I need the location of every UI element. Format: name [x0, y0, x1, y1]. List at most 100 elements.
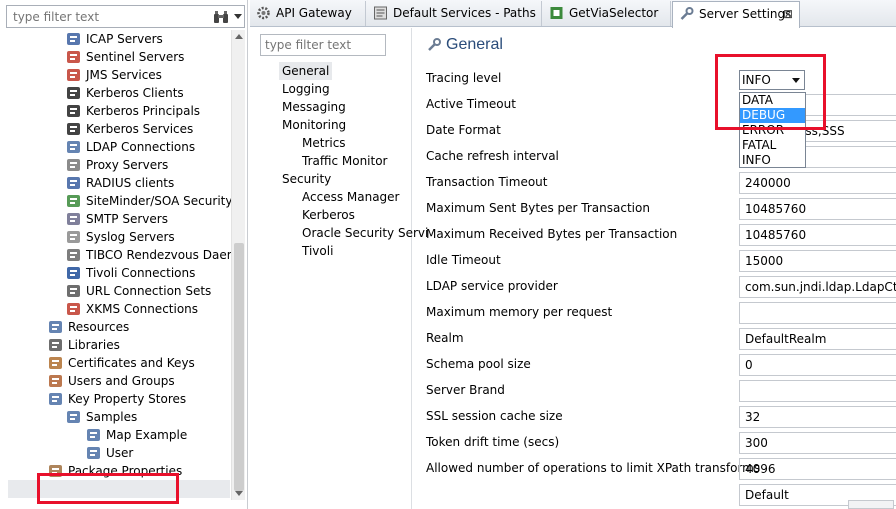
kerberos-icon — [66, 86, 82, 100]
dropdown-option[interactable]: INFO — [740, 153, 805, 168]
settings-filter[interactable] — [260, 34, 386, 56]
setting-value-field[interactable]: DefaultRealm — [739, 328, 896, 350]
settings-nav-item[interactable]: Oracle Security Servi — [302, 224, 428, 242]
setting-value-field[interactable] — [739, 302, 896, 324]
xkms-icon — [66, 302, 82, 316]
tracing-level-select[interactable]: INFO — [739, 70, 805, 90]
tree-item-label: LDAP Connections — [86, 140, 196, 154]
dropdown-option[interactable]: DEBUG — [740, 108, 805, 123]
settings-nav-item[interactable]: Security — [282, 170, 331, 188]
setting-label: LDAP service provider — [426, 279, 558, 293]
key-store-icon — [48, 392, 64, 406]
users-icon — [48, 374, 64, 388]
navigator-scrollbar[interactable] — [231, 30, 245, 500]
folder-icon — [66, 410, 82, 424]
tab-api-gateway[interactable]: API Gateway — [250, 1, 366, 26]
setting-value-field[interactable]: 10485760 — [739, 198, 896, 220]
tibco-icon — [66, 248, 82, 262]
gear-icon — [257, 6, 270, 20]
setting-value-field[interactable]: 4096 — [739, 458, 896, 480]
settings-nav-item[interactable]: Metrics — [302, 134, 346, 152]
tree-item-label: Package Properties — [68, 464, 183, 478]
tree-item-label: Sentinel Servers — [86, 50, 185, 64]
navigator-filter[interactable] — [6, 5, 245, 28]
setting-value-field[interactable]: com.sun.jndi.ldap.LdapCtxFa — [739, 276, 896, 298]
settings-nav-item[interactable]: General — [279, 62, 333, 80]
settings-nav-item[interactable]: Messaging — [282, 98, 346, 116]
resize-grip[interactable] — [848, 500, 894, 509]
chevron-down-icon[interactable] — [792, 78, 800, 83]
setting-value-field[interactable]: 15000 — [739, 250, 896, 272]
settings-nav: GeneralLoggingMessagingMonitoringMetrics… — [256, 28, 428, 509]
settings-row: Maximum Sent Bytes per Transaction 104857… — [426, 198, 896, 222]
settings-nav-item[interactable]: Traffic Monitor — [302, 152, 387, 170]
settings-row: Token drift time (secs) 300 — [426, 432, 896, 456]
scroll-up-icon[interactable] — [235, 34, 243, 39]
binoculars-icon[interactable] — [213, 10, 229, 24]
tree-item-label: Syslog Servers — [86, 230, 175, 244]
settings-nav-item[interactable]: Kerberos — [302, 206, 355, 224]
tracing-level-options[interactable]: DATA DEBUG ERROR FATAL INFO — [739, 92, 806, 168]
jms-icon — [66, 68, 82, 82]
tree-item-label: SMTP Servers — [86, 212, 168, 226]
setting-value-field[interactable] — [739, 380, 896, 402]
libraries-icon — [48, 338, 64, 352]
setting-label: Idle Timeout — [426, 253, 501, 267]
settings-nav-item[interactable]: Logging — [282, 80, 330, 98]
dropdown-option[interactable]: DATA — [740, 93, 805, 108]
settings-row: Tracing level — [426, 68, 896, 92]
setting-label: Tracing level — [426, 71, 502, 85]
editor-tab-bar: API Gateway Default Services - Paths Get… — [250, 0, 896, 28]
wrench-icon — [680, 7, 694, 20]
page-title-text: General — [446, 36, 503, 53]
settings-row: SSL session cache size 32 — [426, 406, 896, 430]
settings-row: Date Formaty HH:mm:ss,SSS — [426, 120, 896, 144]
tracing-level-value: INFO — [742, 73, 771, 87]
settings-filter-input[interactable] — [261, 35, 385, 55]
tab-default-services-paths[interactable]: Default Services - Paths — [367, 1, 542, 26]
close-tab-icon[interactable]: ⊠ — [783, 2, 793, 27]
settings-nav-item[interactable]: Access Manager — [302, 188, 400, 206]
settings-nav-item[interactable]: Monitoring — [282, 116, 346, 134]
setting-label: Maximum memory per request — [426, 305, 613, 319]
scroll-down-icon[interactable] — [235, 491, 243, 496]
tree-item-label: Users and Groups — [68, 374, 175, 388]
tab-server-settings[interactable]: Server Settings ⊠ — [672, 1, 800, 28]
radius-icon — [66, 176, 82, 190]
setting-value-field[interactable]: 0 — [739, 354, 896, 376]
paths-icon — [374, 6, 387, 20]
settings-row: Maximum memory per request — [426, 302, 896, 326]
setting-label: Cache refresh interval — [426, 149, 559, 163]
setting-value-field[interactable]: 240000 — [739, 172, 896, 194]
scrollbar-thumb[interactable] — [234, 243, 244, 491]
general-settings-panel: General Tracing level Active Timeout Date … — [416, 28, 896, 509]
package-icon — [48, 464, 64, 478]
settings-row: LDAP service provider com.sun.jndi.ldap.L… — [426, 276, 896, 300]
navigator-filter-input[interactable] — [7, 6, 197, 27]
tab-label: Server Settings — [699, 7, 792, 21]
setting-label: Transaction Timeout — [426, 175, 548, 189]
setting-value-field[interactable]: 10485760 — [739, 224, 896, 246]
setting-value-field[interactable]: 300 — [739, 432, 896, 454]
server-list-icon — [66, 32, 82, 46]
navigator-tree: ICAP Servers Sentinel Servers JMS Services… — [0, 30, 231, 500]
setting-label: Active Timeout — [426, 97, 516, 111]
tree-item-label: JMS Services — [86, 68, 162, 82]
tree-item-label: Key Property Stores — [68, 392, 187, 406]
settings-row: Active Timeout — [426, 94, 896, 118]
setting-value-field[interactable]: 32 — [739, 406, 896, 428]
setting-label: Token drift time (secs) — [426, 435, 560, 449]
tree-item-label: Kerberos Services — [86, 122, 194, 136]
settings-row: Cache refresh interval — [426, 146, 896, 170]
settings-nav-item[interactable]: Tivoli — [302, 242, 333, 260]
tree-item-label: User — [106, 446, 134, 460]
url-icon — [66, 284, 82, 298]
filter-menu-chevron-icon[interactable] — [234, 14, 242, 19]
tab-getviaselector[interactable]: GetViaSelector — [543, 1, 671, 26]
sentinel-icon — [66, 50, 82, 64]
setting-label: Schema pool size — [426, 357, 531, 371]
dropdown-option[interactable]: ERROR — [740, 123, 805, 138]
siteminder-icon — [66, 194, 82, 208]
dropdown-option[interactable]: FATAL — [740, 138, 805, 153]
tab-label: API Gateway — [276, 6, 352, 20]
